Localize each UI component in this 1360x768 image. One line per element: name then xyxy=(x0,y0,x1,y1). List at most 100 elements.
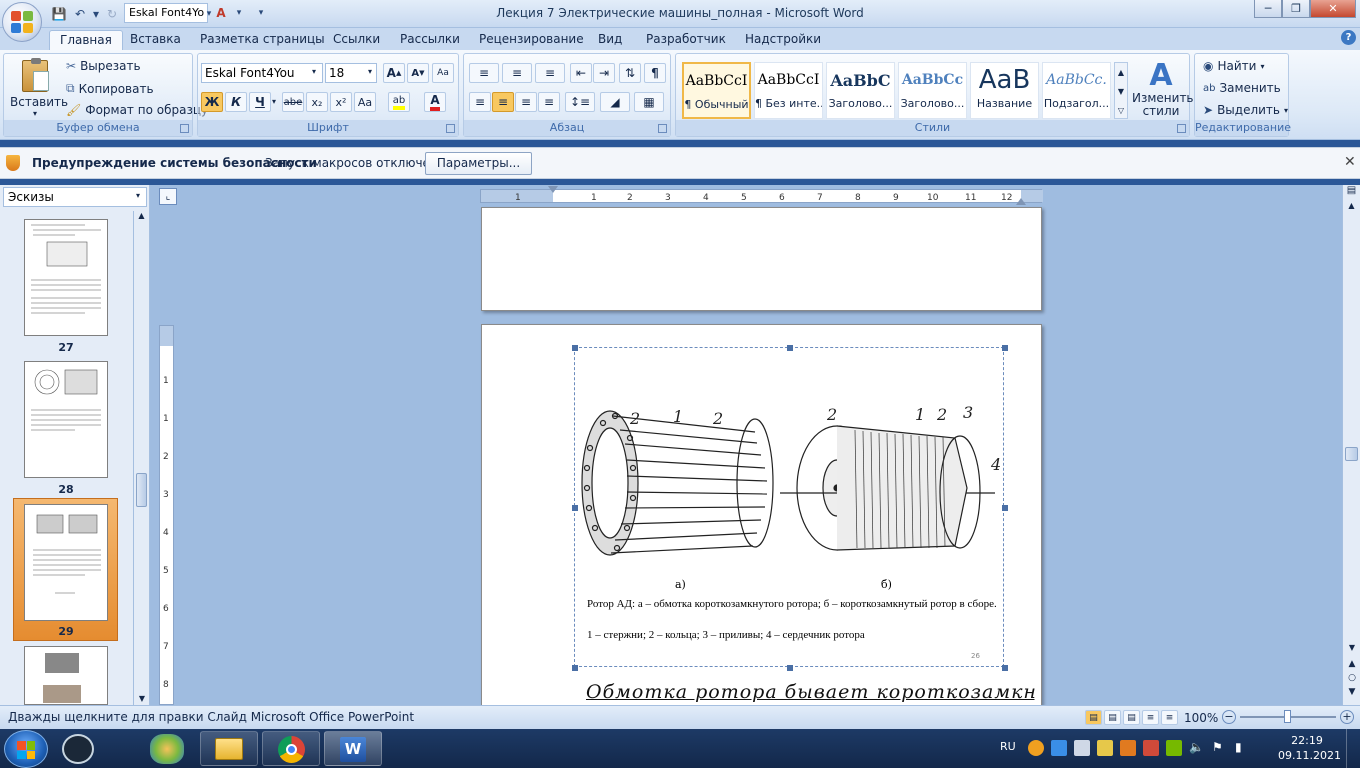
tab-insert[interactable]: Вставка xyxy=(120,30,191,50)
underline-dropdown-icon[interactable]: ▾ xyxy=(272,97,276,106)
tray-cloud-icon[interactable] xyxy=(1051,740,1067,756)
tray-nvidia-icon[interactable] xyxy=(1166,740,1182,756)
steam-icon[interactable] xyxy=(62,734,94,764)
subscript-button[interactable]: x₂ xyxy=(306,92,328,112)
clear-format-icon[interactable]: Aa xyxy=(432,63,454,83)
resize-handle[interactable] xyxy=(1002,505,1008,511)
document-scrollbar[interactable]: ▤ ▲ ▼ ▲ ○ ▼ xyxy=(1342,185,1360,705)
thumbnail-page[interactable] xyxy=(24,219,108,336)
font-launcher-icon[interactable] xyxy=(446,124,455,133)
thumbnail-scroll-thumb[interactable] xyxy=(136,473,147,507)
replace-button[interactable]: ab Заменить xyxy=(1203,81,1281,95)
vertical-ruler[interactable]: 1 1 2 3 4 5 6 7 8 xyxy=(159,325,174,705)
taskbar-explorer[interactable] xyxy=(200,731,258,766)
thumbnail-scrollbar[interactable]: ▲ ▼ xyxy=(133,211,149,705)
justify-icon[interactable]: ≡ xyxy=(538,92,560,112)
align-right-icon[interactable]: ≡ xyxy=(515,92,537,112)
tab-references[interactable]: Ссылки xyxy=(323,30,390,50)
grow-font-button[interactable]: A ▲ xyxy=(383,63,405,83)
paragraph-launcher-icon[interactable] xyxy=(658,124,667,133)
thumbnail-page[interactable] xyxy=(24,361,108,478)
select-button[interactable]: ➤ Выделить ▾ xyxy=(1203,103,1288,117)
superscript-button[interactable]: x² xyxy=(330,92,352,112)
tab-selector-icon[interactable]: ⌞ xyxy=(159,188,177,205)
flag-icon[interactable]: ⚑ xyxy=(1212,740,1228,756)
format-painter-button[interactable]: 🖌 Формат по образцу xyxy=(66,103,208,117)
taskbar-chrome[interactable] xyxy=(262,731,320,766)
document-scroll-thumb[interactable] xyxy=(1345,447,1358,461)
tray-update-icon[interactable] xyxy=(1143,740,1159,756)
tray-app-icon[interactable] xyxy=(1028,740,1044,756)
paint-icon[interactable] xyxy=(150,734,184,764)
underline-button[interactable]: Ч xyxy=(249,92,271,112)
taskbar-word[interactable]: W xyxy=(324,731,382,766)
web-layout-icon[interactable]: ▤ xyxy=(1123,710,1140,725)
shrink-font-button[interactable]: A ▼ xyxy=(407,63,429,83)
full-reading-icon[interactable]: ▤ xyxy=(1104,710,1121,725)
style-no-spacing[interactable]: AaBbCcI ¶ Без инте... xyxy=(754,62,823,119)
zoom-slider-thumb[interactable] xyxy=(1284,710,1291,723)
right-indent-marker[interactable] xyxy=(1016,193,1026,205)
print-layout-icon[interactable]: ▤ xyxy=(1085,710,1102,725)
decrease-indent-icon[interactable]: ⇤ xyxy=(570,63,592,83)
clock[interactable]: 22:19 09.11.2021 xyxy=(1278,733,1341,763)
style-title[interactable]: AaB Название xyxy=(970,62,1039,119)
multilevel-list-icon[interactable]: ≡ xyxy=(535,63,565,83)
borders-icon[interactable]: ▦ xyxy=(634,92,664,112)
close-security-bar-icon[interactable]: ✕ xyxy=(1344,154,1356,170)
previous-page-icon[interactable]: ▲ xyxy=(1343,659,1360,669)
tab-addins[interactable]: Надстройки xyxy=(735,30,831,50)
zoom-level[interactable]: 100% xyxy=(1184,711,1218,725)
tab-view[interactable]: Вид xyxy=(588,30,632,50)
help-icon[interactable]: ? xyxy=(1341,30,1356,45)
show-marks-icon[interactable]: ¶ xyxy=(644,63,666,83)
split-icon[interactable]: ▤ xyxy=(1343,185,1360,201)
resize-handle[interactable] xyxy=(572,345,578,351)
tray-office-icon[interactable] xyxy=(1120,740,1136,756)
styles-scroll[interactable]: ▲ ▼ ▽ xyxy=(1114,62,1128,119)
style-heading1[interactable]: AaBbC Заголово... xyxy=(826,62,895,119)
network-icon[interactable]: ▮ xyxy=(1235,740,1251,756)
resize-handle[interactable] xyxy=(1002,665,1008,671)
tray-window-icon[interactable] xyxy=(1074,740,1090,756)
resize-handle[interactable] xyxy=(1002,345,1008,351)
minimize-button[interactable]: ─ xyxy=(1254,0,1282,18)
office-button[interactable] xyxy=(2,2,42,42)
tab-page-layout[interactable]: Разметка страницы xyxy=(190,30,335,50)
numbering-icon[interactable]: ≡ xyxy=(502,63,532,83)
resize-handle[interactable] xyxy=(572,665,578,671)
sort-icon[interactable]: ⇅ xyxy=(619,63,641,83)
first-line-indent-marker[interactable] xyxy=(548,186,558,206)
copy-button[interactable]: ⧉ Копировать xyxy=(66,81,154,96)
paste-button[interactable]: Вставить ▾ xyxy=(10,58,68,120)
show-desktop-button[interactable] xyxy=(1346,729,1360,768)
tab-review[interactable]: Рецензирование xyxy=(469,30,594,50)
options-button[interactable]: Параметры... xyxy=(425,152,532,175)
thumbnail-page[interactable] xyxy=(24,646,108,705)
style-normal[interactable]: AaBbCcI ¶ Обычный xyxy=(682,62,751,119)
view-selector[interactable]: Эскизы xyxy=(3,187,147,207)
resize-handle[interactable] xyxy=(572,505,578,511)
style-heading2[interactable]: AaBbCc Заголово... xyxy=(898,62,967,119)
start-button[interactable] xyxy=(4,730,48,768)
italic-button[interactable]: К xyxy=(225,92,247,112)
bold-button[interactable]: Ж xyxy=(201,92,223,112)
align-center-icon[interactable]: ≡ xyxy=(492,92,514,112)
font-color-button[interactable]: A xyxy=(424,92,446,112)
embedded-powerpoint-object[interactable]: 2 1 2 2 1 2 3 4 а) б) Ротор АД: а – обмо… xyxy=(572,345,1008,671)
align-left-icon[interactable]: ≡ xyxy=(469,92,491,112)
clipboard-launcher-icon[interactable] xyxy=(180,124,189,133)
increase-indent-icon[interactable]: ⇥ xyxy=(593,63,615,83)
change-case-button[interactable]: Aa xyxy=(354,92,376,112)
change-styles-button[interactable]: A Изменить стили xyxy=(1132,60,1194,118)
highlight-button[interactable]: ab xyxy=(388,92,410,112)
resize-handle[interactable] xyxy=(787,665,793,671)
strikethrough-button[interactable]: abe xyxy=(282,92,304,112)
zoom-in-icon[interactable]: + xyxy=(1340,710,1354,724)
maximize-button[interactable]: ❐ xyxy=(1282,0,1310,18)
volume-icon[interactable]: 🔈 xyxy=(1189,740,1205,756)
view-selector-dropdown-icon[interactable]: ▾ xyxy=(136,191,140,200)
tab-mailings[interactable]: Рассылки xyxy=(390,30,470,50)
find-button[interactable]: ◉ Найти ▾ xyxy=(1203,59,1264,73)
style-subtitle[interactable]: AaBbCc. Подзагол... xyxy=(1042,62,1111,119)
